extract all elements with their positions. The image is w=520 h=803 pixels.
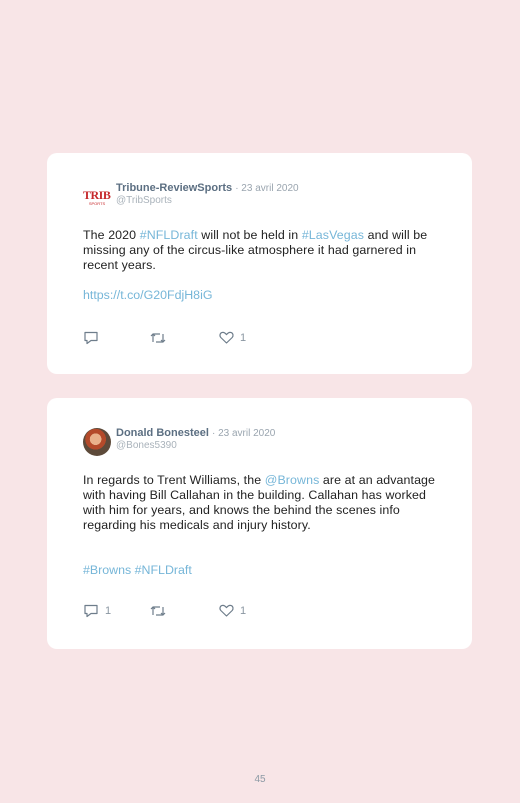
mention-link[interactable]: @Browns [265,473,320,487]
retweet-button[interactable] [149,331,167,345]
author-name[interactable]: Tribune-ReviewSports [116,182,232,194]
like-icon [219,604,234,617]
tweet-actions: 1 [83,331,383,347]
tweet-text-part: The 2020 [83,228,140,242]
tweet-card: Donald Bonesteel · 23 avril 2020 @Bones5… [47,398,472,649]
tweet-text: In regards to Trent Williams, the @Brown… [83,473,443,533]
author-handle[interactable]: @TribSports [116,195,172,206]
avatar-logo: TRIB [83,188,111,202]
reply-count: 1 [105,605,112,617]
tweet-card: TRIB SPORTS Tribune-ReviewSports · 23 av… [47,153,472,374]
page-number: 45 [254,774,266,785]
hashtag-link[interactable]: #NFLDraft [140,228,198,242]
reply-button[interactable] [83,331,105,345]
reply-button[interactable]: 1 [83,604,111,618]
tweet-date: · 23 avril 2020 [211,428,276,439]
tweet-link[interactable]: https://t.co/G20FdjH8iG [83,288,212,302]
tweet-date: · 23 avril 2020 [235,183,299,194]
like-button[interactable]: 1 [219,604,246,617]
like-icon [219,331,234,344]
like-count: 1 [240,604,247,617]
like-button[interactable]: 1 [219,331,246,344]
tweet-header: Tribune-ReviewSports · 23 avril 2020 [116,182,299,194]
avatar[interactable] [83,428,111,456]
retweet-button[interactable] [149,604,167,618]
retweet-icon [150,606,166,616]
retweet-icon [150,333,166,343]
tweet-header: Donald Bonesteel · 23 avril 2020 [116,427,275,439]
tweet-actions: 1 1 [83,604,383,620]
avatar[interactable]: TRIB SPORTS [83,183,111,211]
author-name[interactable]: Donald Bonesteel [116,427,209,439]
tweet-text: The 2020 #NFLDraft will not be held in #… [83,228,443,273]
tweet-text-part: In regards to Trent Williams, the [83,473,265,487]
author-handle[interactable]: @Bones5390 [116,440,177,451]
reply-icon [84,331,98,345]
reply-icon [84,604,98,618]
tweet-text-part: will not be held in [197,228,302,242]
hashtags[interactable]: #Browns #NFLDraft [83,563,192,577]
hashtag-link[interactable]: #LasVegas [302,228,364,242]
like-count: 1 [240,331,247,344]
